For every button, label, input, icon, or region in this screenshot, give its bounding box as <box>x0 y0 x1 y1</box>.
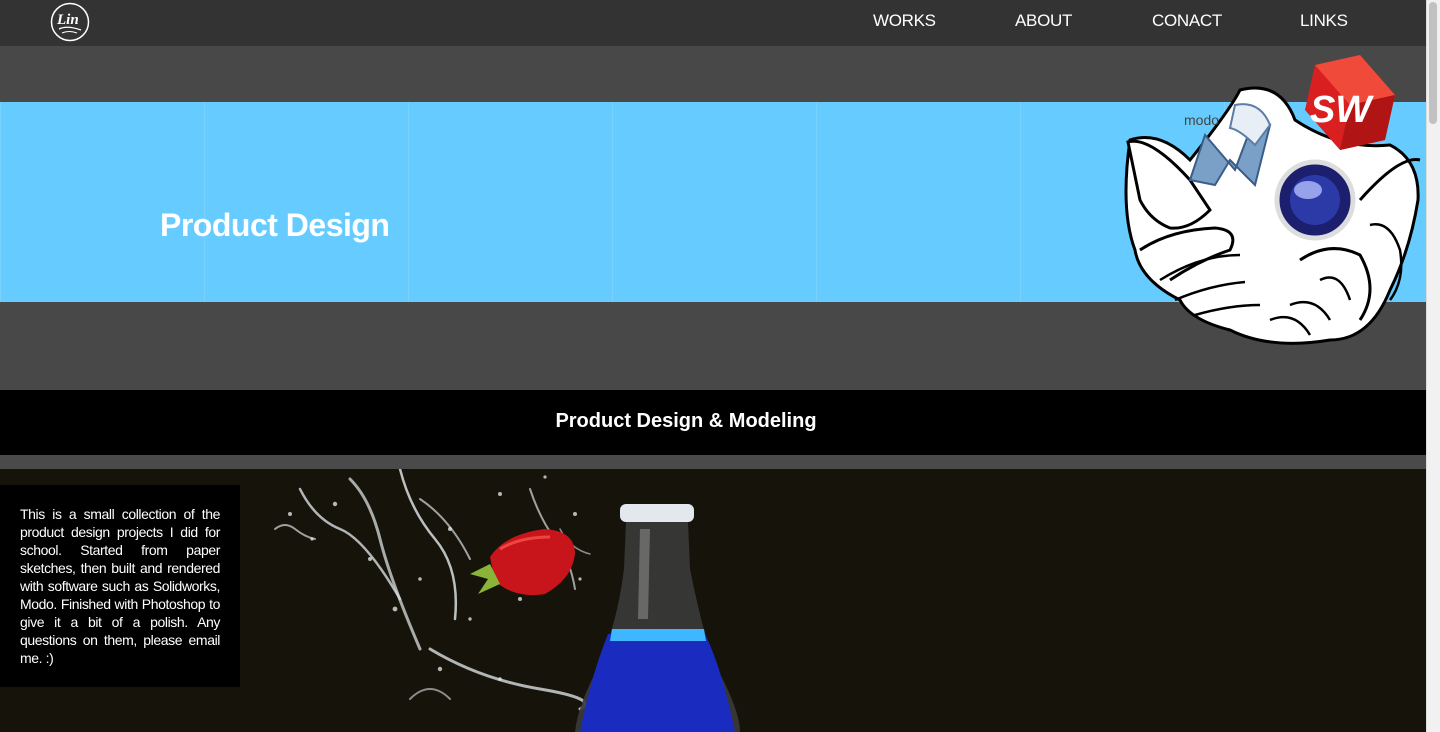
nav-links[interactable]: LINKS <box>1300 11 1348 31</box>
nav-contact[interactable]: CONACT <box>1152 11 1222 31</box>
project-description: This is a small collection of the produc… <box>0 485 240 687</box>
scrollbar-thumb[interactable] <box>1429 2 1437 124</box>
solidworks-letters: SW <box>1310 89 1374 131</box>
section-divider <box>0 455 1426 469</box>
hero-title: Product Design <box>160 207 390 243</box>
nav-about[interactable]: ABOUT <box>1015 11 1072 31</box>
software-hands-illustration: modo SW <box>1124 55 1421 345</box>
logo-text: Lin <box>56 12 79 28</box>
cinema4d-logo <box>1274 159 1356 241</box>
site-logo[interactable]: Lin <box>50 2 90 42</box>
product-bottle <box>575 504 740 732</box>
strawberry <box>470 529 575 596</box>
section-title: Product Design & Modeling <box>555 410 817 432</box>
nav-works[interactable]: WORKS <box>873 11 936 31</box>
modo-logo-text: modo <box>1184 112 1219 128</box>
